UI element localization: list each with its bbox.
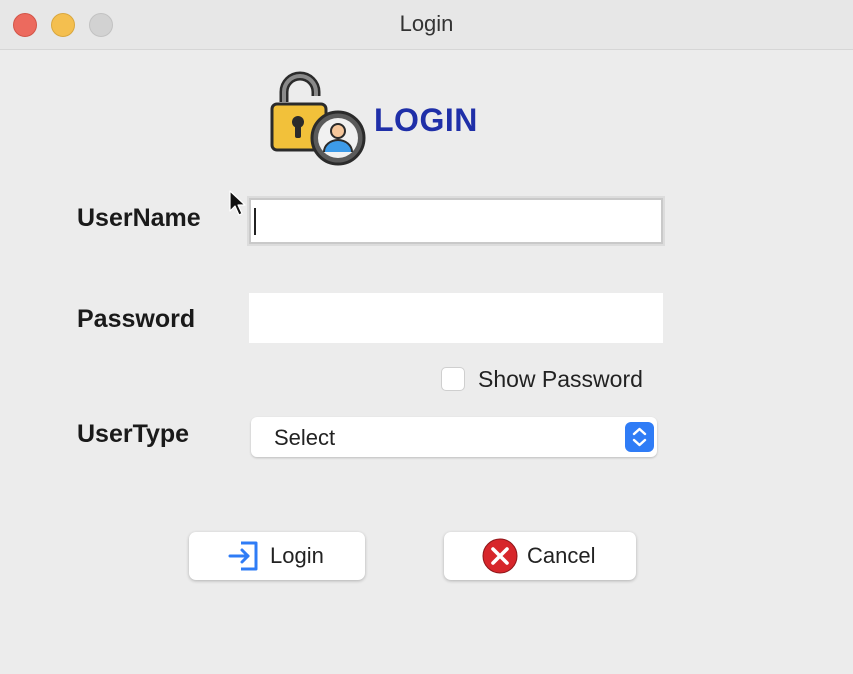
username-field[interactable] <box>249 198 663 244</box>
username-label: UserName <box>77 204 201 232</box>
login-button-label: Login <box>270 543 324 568</box>
usertype-selected-value: Select <box>274 425 336 450</box>
cancel-button-label: Cancel <box>527 543 596 568</box>
mouse-pointer-icon <box>229 190 246 216</box>
show-password-checkbox[interactable] <box>441 367 465 391</box>
usertype-select[interactable]: Select <box>251 417 657 457</box>
header-title: LOGIN <box>374 102 478 138</box>
password-field[interactable] <box>249 293 663 343</box>
password-label: Password <box>77 305 196 333</box>
title-bar: Login <box>0 0 853 50</box>
login-window: Login LOGIN UserName Password Show Passw… <box>0 0 853 674</box>
usertype-label: UserType <box>77 420 190 448</box>
up-down-chevron-icon[interactable] <box>625 422 654 452</box>
cancel-button[interactable]: Cancel <box>444 532 636 580</box>
lock-user-icon <box>270 71 366 166</box>
text-caret <box>254 208 256 235</box>
show-password-label[interactable]: Show Password <box>478 366 643 393</box>
cancel-icon <box>482 538 518 574</box>
window-title: Login <box>399 11 454 36</box>
login-button[interactable]: Login <box>189 532 365 580</box>
sign-in-icon <box>228 541 258 571</box>
